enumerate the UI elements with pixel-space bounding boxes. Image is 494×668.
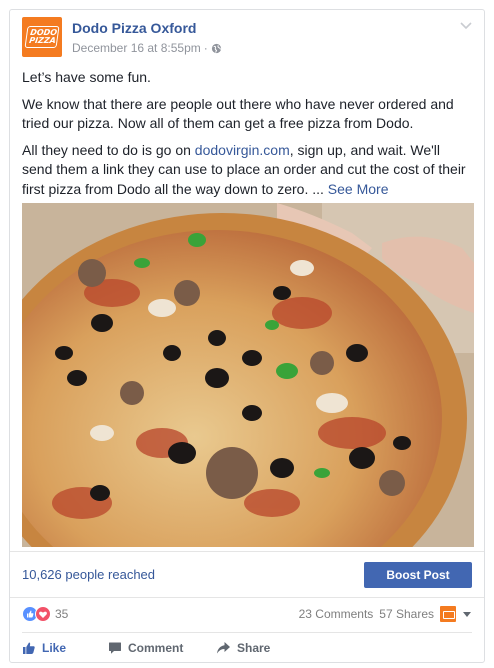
reactions-count: 35: [55, 607, 69, 621]
like-label: Like: [42, 641, 67, 655]
post-photo[interactable]: [22, 203, 474, 547]
paragraph-text: All they need to do is go on: [22, 141, 195, 158]
see-more-link[interactable]: See More: [328, 181, 389, 197]
post-actions: Like Comment Share: [22, 632, 472, 662]
comment-button[interactable]: Comment: [108, 641, 183, 655]
caret-down-icon[interactable]: [462, 609, 472, 619]
engagement-stats: 35 23 Comments 57 Shares: [22, 604, 472, 626]
page-avatar[interactable]: DODO PIZZA: [22, 17, 62, 57]
share-label: Share: [237, 641, 271, 655]
love-reaction-icon: [35, 606, 51, 622]
post-paragraph: Let’s have some fun.: [22, 69, 151, 85]
reactions-summary[interactable]: 35: [22, 606, 68, 622]
shares-count-link[interactable]: 57 Shares: [379, 607, 434, 621]
comments-count-link[interactable]: 23 Comments: [299, 607, 374, 621]
comment-label: Comment: [128, 641, 184, 655]
like-button[interactable]: Like: [22, 641, 66, 655]
meta-separator: ·: [203, 41, 208, 55]
people-reached-link[interactable]: 10,626 people reached: [22, 567, 155, 582]
post-paragraph: All they need to do is go on dodovirgin.…: [22, 141, 474, 200]
post-meta: December 16 at 8:55pm ·: [72, 41, 222, 55]
post-paragraph: We know that there are people out there …: [22, 95, 454, 132]
logo-text-line2: PIZZA: [28, 36, 57, 45]
boost-post-button[interactable]: Boost Post: [364, 562, 472, 588]
website-link[interactable]: dodovirgin.com: [195, 142, 290, 158]
page-name-link[interactable]: Dodo Pizza Oxford: [72, 20, 196, 36]
thumbs-up-icon: [23, 642, 35, 654]
post-header: DODO PIZZA Dodo Pizza Oxford December 16…: [22, 17, 472, 61]
dodo-logo-mark: DODO PIZZA: [24, 26, 60, 48]
post-as-avatar[interactable]: [440, 606, 456, 622]
stats-right: 23 Comments 57 Shares: [299, 606, 472, 622]
chevron-down-icon[interactable]: [458, 17, 474, 33]
post-body: Let’s have some fun. We know that there …: [22, 68, 474, 206]
comment-bubble-icon: [109, 642, 121, 654]
globe-icon[interactable]: [211, 43, 222, 54]
post-card: DODO PIZZA Dodo Pizza Oxford December 16…: [9, 9, 485, 663]
share-arrow-icon: [217, 642, 230, 654]
share-button[interactable]: Share: [216, 641, 270, 655]
post-timestamp[interactable]: December 16 at 8:55pm: [72, 41, 201, 55]
insights-bar: 10,626 people reached Boost Post: [10, 551, 484, 598]
